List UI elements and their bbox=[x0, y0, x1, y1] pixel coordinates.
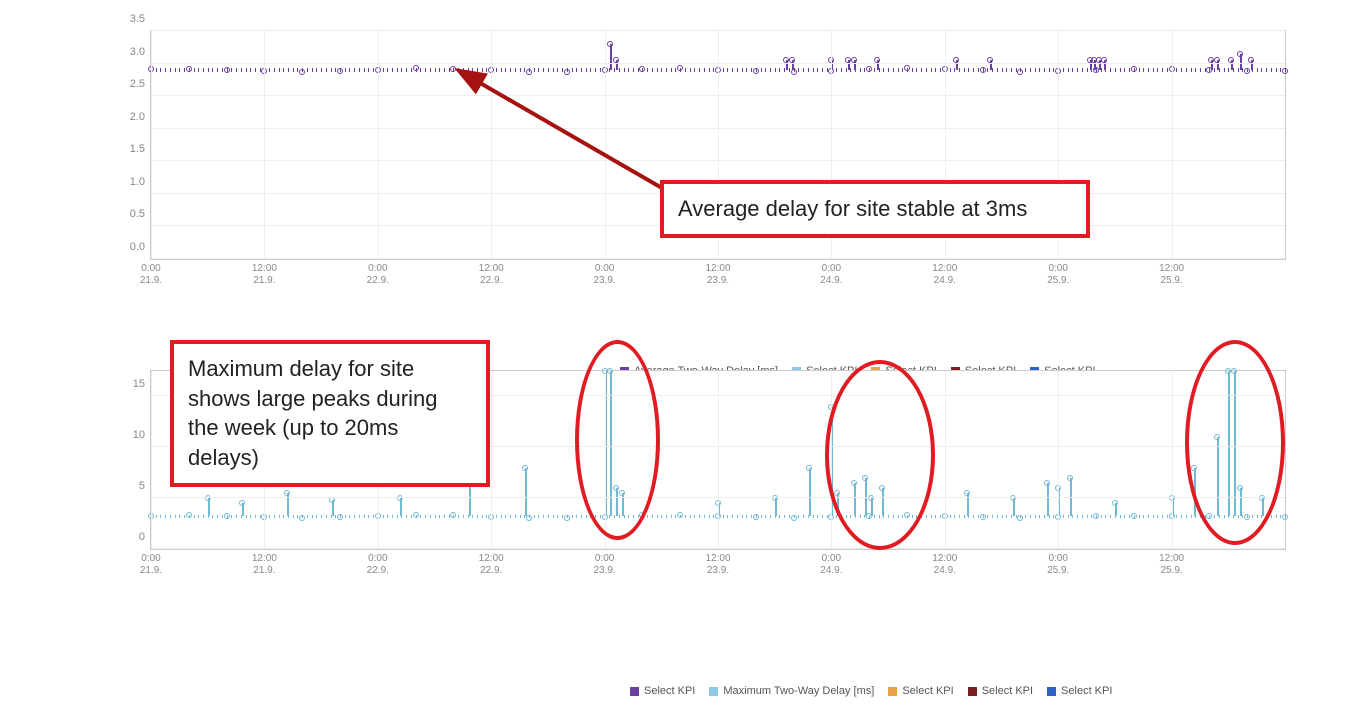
legend-swatch bbox=[1047, 687, 1056, 696]
x-tick: 0:0025.9. bbox=[1033, 553, 1083, 577]
legend-label: Select KPI bbox=[644, 685, 695, 697]
legend-swatch bbox=[968, 687, 977, 696]
legend-item: Select KPI bbox=[888, 685, 953, 697]
legend-swatch bbox=[888, 687, 897, 696]
page: 0.0 0.5 1.0 1.5 2.0 2.5 3.0 3.5 0:0021.9. 12:0021… bbox=[0, 0, 1366, 725]
x-tick: 12:0021.9. bbox=[239, 553, 289, 577]
x-tick: 12:0024.9. bbox=[920, 263, 970, 287]
x-tick: 0:0024.9. bbox=[806, 553, 856, 577]
y-tick: 3.5 bbox=[130, 13, 145, 25]
annotation-bottom: Maximum delay for site shows large peaks… bbox=[170, 340, 490, 487]
legend-item: Select KPI bbox=[1047, 685, 1112, 697]
legend-swatch bbox=[630, 687, 639, 696]
y-tick: 1.0 bbox=[130, 176, 145, 188]
legend-label: Select KPI bbox=[982, 685, 1033, 697]
chart-bottom: 0 5 10 15 0:0021.9. 12:0021.9. 0:0022.9. 12:002… bbox=[120, 360, 1286, 590]
y-tick: 15 bbox=[133, 378, 145, 390]
legend-label: Maximum Two-Way Delay [ms] bbox=[723, 685, 874, 697]
x-tick: 12:0023.9. bbox=[693, 263, 743, 287]
y-tick: 1.5 bbox=[130, 143, 145, 155]
x-tick: 0:0022.9. bbox=[353, 553, 403, 577]
annotation-top-text: Average delay for site stable at 3ms bbox=[678, 196, 1027, 221]
legend-item: Select KPI bbox=[630, 685, 695, 697]
legend-label: Select KPI bbox=[902, 685, 953, 697]
legend-label: Select KPI bbox=[1061, 685, 1112, 697]
y-tick: 0.0 bbox=[130, 241, 145, 253]
x-tick: 0:0023.9. bbox=[580, 263, 630, 287]
x-tick: 12:0023.9. bbox=[693, 553, 743, 577]
x-tick: 12:0022.9. bbox=[466, 263, 516, 287]
annotation-top: Average delay for site stable at 3ms bbox=[660, 180, 1090, 238]
annotation-bottom-text: Maximum delay for site shows large peaks… bbox=[188, 356, 437, 470]
x-tick: 12:0021.9. bbox=[239, 263, 289, 287]
chart-top: 0.00.51.01.52.02.53.03.50:0021.9.12:0021… bbox=[120, 20, 1286, 300]
x-tick: 0:0021.9. bbox=[126, 263, 176, 287]
y-tick: 3.0 bbox=[130, 46, 145, 58]
x-tick: 0:0023.9. bbox=[580, 553, 630, 577]
x-tick: 12:0022.9. bbox=[466, 553, 516, 577]
x-tick: 12:0025.9. bbox=[1147, 553, 1197, 577]
x-tick: 0:0025.9. bbox=[1033, 263, 1083, 287]
x-tick: 12:0024.9. bbox=[920, 553, 970, 577]
legend-item: Select KPI bbox=[968, 685, 1033, 697]
legend-swatch bbox=[709, 687, 718, 696]
x-tick: 0:0022.9. bbox=[353, 263, 403, 287]
y-tick: 2.0 bbox=[130, 111, 145, 123]
x-tick: 12:0025.9. bbox=[1147, 263, 1197, 287]
y-tick: 0 bbox=[139, 531, 145, 543]
legend-item: Maximum Two-Way Delay [ms] bbox=[709, 685, 874, 697]
y-tick: 2.5 bbox=[130, 78, 145, 90]
y-tick: 10 bbox=[133, 429, 145, 441]
y-tick: 0.5 bbox=[130, 208, 145, 220]
y-tick: 5 bbox=[139, 480, 145, 492]
x-tick: 0:0021.9. bbox=[126, 553, 176, 577]
x-tick: 0:0024.9. bbox=[806, 263, 856, 287]
legend-bottom: Select KPI Maximum Two-Way Delay [ms] Sele… bbox=[630, 685, 1112, 697]
